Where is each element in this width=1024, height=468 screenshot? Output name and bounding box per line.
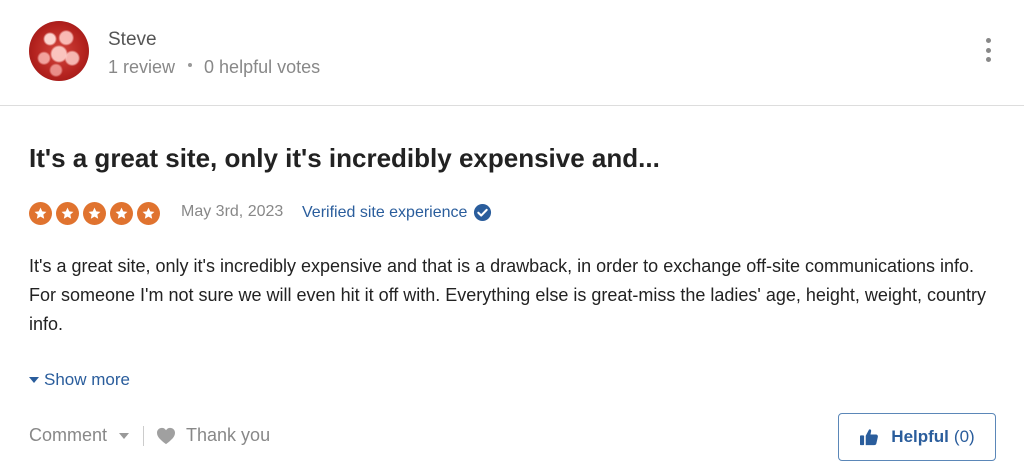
thank-you-button[interactable]: Thank you: [156, 425, 270, 446]
avatar[interactable]: [29, 21, 89, 81]
comment-label: Comment: [29, 425, 108, 445]
star-icon: [83, 202, 106, 225]
star-rating: [29, 202, 164, 225]
helpful-count: (0): [953, 427, 975, 446]
review-date: May 3rd, 2023: [181, 203, 284, 220]
check-badge-icon: [473, 203, 492, 222]
review-actions: Comment Thank you: [29, 425, 270, 446]
helpful-label: Helpful: [891, 427, 949, 446]
review-count: 1 review: [108, 57, 176, 77]
star-icon: [137, 202, 160, 225]
ellipsis-dot: [985, 47, 991, 53]
show-more-button[interactable]: Show more: [29, 370, 130, 390]
thumbs-up-icon: [859, 428, 879, 446]
meta-separator-dot: [188, 62, 193, 67]
comment-button[interactable]: Comment: [29, 425, 130, 446]
star-icon: [56, 202, 79, 225]
caret-down-icon: [29, 377, 39, 383]
caret-down-icon: [119, 432, 130, 439]
reviewer-meta: 1 review 0 helpful votes: [108, 57, 320, 78]
thank-you-label: Thank you: [186, 425, 271, 445]
verified-label: Verified site experience: [302, 203, 468, 221]
review-title[interactable]: It's a great site, only it's incredibly …: [29, 143, 660, 174]
reviewer-header: Steve 1 review 0 helpful votes: [0, 0, 1024, 106]
helpful-votes-count: 0 helpful votes: [204, 57, 321, 77]
star-icon: [29, 202, 52, 225]
show-more-label: Show more: [44, 370, 130, 389]
header-divider: [0, 105, 1024, 106]
review-body: It's a great site, only it's incredibly …: [29, 256, 986, 334]
vertical-ellipsis-icon[interactable]: [978, 38, 998, 62]
helpful-button[interactable]: Helpful (0): [838, 413, 996, 461]
star-icon: [110, 202, 133, 225]
ellipsis-dot: [985, 38, 991, 43]
reviewer-name[interactable]: Steve: [108, 29, 157, 51]
ellipsis-dot: [985, 57, 991, 62]
heart-icon: [156, 427, 176, 445]
action-separator: [143, 425, 145, 446]
verified-badge[interactable]: Verified site experience: [302, 203, 492, 222]
